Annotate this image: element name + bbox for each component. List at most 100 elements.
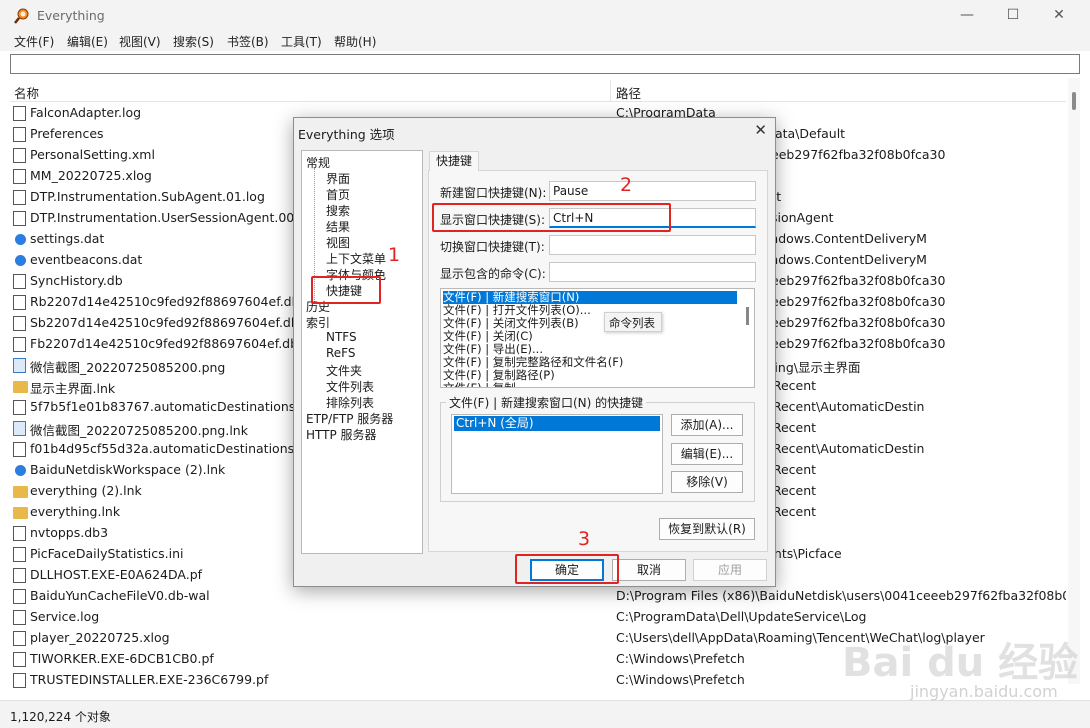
- file-icon: [13, 610, 26, 625]
- file-icon: [13, 526, 26, 541]
- row-name: BaiduNetdiskWorkspace (2).lnk: [30, 462, 226, 477]
- tree-item[interactable]: 文件夹: [326, 362, 362, 379]
- search-input[interactable]: [10, 54, 1080, 74]
- tree-item[interactable]: 常规: [306, 154, 330, 171]
- file-icon: [13, 127, 26, 142]
- column-path-header[interactable]: 路径: [616, 83, 641, 102]
- column-separator[interactable]: [610, 80, 611, 102]
- shortcut-list[interactable]: Ctrl+N (全局): [451, 414, 663, 494]
- row-name: eventbeacons.dat: [30, 252, 143, 267]
- tree-item[interactable]: 索引: [306, 314, 330, 331]
- row-name: DTP.Instrumentation.UserSessionAgent.00.…: [30, 210, 318, 225]
- tree-item[interactable]: 搜索: [326, 202, 350, 219]
- tree-item[interactable]: NTFS: [326, 330, 357, 344]
- menu-help[interactable]: 帮助(H): [334, 33, 376, 50]
- row-name: everything.lnk: [30, 504, 121, 519]
- baidu-watermark: Bai du 经验: [842, 640, 1079, 686]
- file-icon: [13, 106, 26, 121]
- window-title: Everything: [37, 8, 105, 23]
- file-icon: [13, 589, 26, 604]
- file-icon: [13, 400, 26, 415]
- row-name: Sb2207d14e42510c9fed92f88697604ef.db: [30, 315, 299, 330]
- command-list[interactable]: 文件(F) | 新建搜索窗口(N) 文件(F) | 打开文件列表(O)... 文件(…: [440, 288, 755, 388]
- menu-edit[interactable]: 编辑(E): [67, 33, 108, 50]
- row-name: Rb2207d14e42510c9fed92f88697604ef.db: [30, 294, 300, 309]
- toggle-window-hotkey-label: 切换窗口快捷键(T):: [440, 240, 545, 254]
- folder-shortcut-icon: [13, 507, 28, 519]
- restore-defaults-button[interactable]: 恢复到默认(R): [659, 518, 755, 540]
- close-button[interactable]: ✕: [1036, 0, 1082, 31]
- row-name: f01b4d95cf55d32a.automaticDestinations-m…: [30, 441, 318, 456]
- tree-item[interactable]: 排除列表: [326, 394, 374, 411]
- table-row[interactable]: BaiduYunCacheFileV0.db-wal D:\Program Fil…: [10, 586, 1066, 607]
- annotation-box-show-window: [432, 203, 671, 232]
- row-name: DLLHOST.EXE-E0A624DA.pf: [30, 567, 203, 582]
- apply-button[interactable]: 应用: [693, 559, 767, 581]
- annotation-number-2: 2: [620, 174, 633, 196]
- row-name: 微信截图_20220725085200.png.lnk: [30, 423, 248, 438]
- row-name: player_20220725.xlog: [30, 630, 170, 645]
- row-name: 显示主界面.lnk: [30, 381, 116, 396]
- row-name: TIWORKER.EXE-6DCB1CB0.pf: [30, 651, 214, 666]
- remove-button[interactable]: 移除(V): [671, 471, 743, 493]
- annotation-number-3: 3: [578, 528, 591, 550]
- tree-item[interactable]: HTTP 服务器: [306, 426, 377, 443]
- command-list-item[interactable]: 文件(F) | 复制...: [443, 382, 527, 388]
- file-icon: [13, 211, 26, 226]
- menu-bar: 文件(F) 编辑(E) 视图(V) 搜索(S) 书签(B) 工具(T) 帮助(H…: [0, 31, 1090, 51]
- vertical-scrollbar[interactable]: [1068, 78, 1080, 684]
- menu-tools[interactable]: 工具(T): [281, 33, 322, 50]
- dat-icon: [15, 465, 26, 476]
- scroll-thumb[interactable]: [1072, 92, 1076, 110]
- row-name: everything (2).lnk: [30, 483, 142, 498]
- maximize-button[interactable]: ☐: [990, 0, 1036, 31]
- menu-view[interactable]: 视图(V): [119, 33, 161, 50]
- column-name-header[interactable]: 名称: [14, 83, 39, 102]
- options-tree: 常规 界面 首页 搜索 结果 视图 上下文菜单 字体与颜色 快捷键 历史 索引 NTFS ReFS 文件夹…: [301, 150, 423, 554]
- row-name: 5f7b5f1e01b83767.automaticDestinations-m…: [30, 399, 319, 414]
- tree-item[interactable]: 界面: [326, 170, 350, 187]
- shortcut-list-item[interactable]: Ctrl+N (全局): [454, 416, 660, 431]
- cancel-button[interactable]: 取消: [612, 559, 686, 581]
- row-name: PersonalSetting.xml: [30, 147, 155, 162]
- dat-icon: [15, 234, 26, 245]
- menu-search[interactable]: 搜索(S): [173, 33, 214, 50]
- toggle-window-hotkey-field[interactable]: [549, 235, 756, 255]
- file-icon: [13, 547, 26, 562]
- row-name: nvtopps.db3: [30, 525, 109, 540]
- table-row[interactable]: Service.log C:\ProgramData\Dell\UpdateSer…: [10, 607, 1066, 628]
- row-name: FalconAdapter.log: [30, 105, 142, 120]
- new-window-hotkey-label: 新建窗口快捷键(N):: [440, 186, 547, 200]
- tree-item[interactable]: 结果: [326, 218, 350, 235]
- menu-bookmarks[interactable]: 书签(B): [227, 33, 269, 50]
- command-list-tooltip: 命令列表: [604, 312, 662, 332]
- file-icon: [13, 316, 26, 331]
- title-bar: Everything — ☐ ✕: [0, 0, 1090, 31]
- tab-hotkeys[interactable]: 快捷键: [429, 151, 479, 171]
- command-list-scroll-thumb[interactable]: [746, 307, 749, 325]
- tree-item[interactable]: 首页: [326, 186, 350, 203]
- row-name: Fb2207d14e42510c9fed92f88697604ef.db: [30, 336, 299, 351]
- show-commands-field[interactable]: [549, 262, 756, 282]
- tree-item[interactable]: ETP/FTP 服务器: [306, 410, 393, 427]
- minimize-button[interactable]: —: [944, 0, 990, 31]
- tree-item[interactable]: ReFS: [326, 346, 356, 360]
- file-icon: [13, 442, 26, 457]
- everything-app-icon: [14, 8, 29, 24]
- tree-item[interactable]: 上下文菜单: [326, 250, 386, 267]
- file-icon: [13, 148, 26, 163]
- add-button[interactable]: 添加(A)...: [671, 414, 743, 436]
- command-list-scrollbar[interactable]: [743, 291, 753, 386]
- tree-item[interactable]: 文件列表: [326, 378, 374, 395]
- dialog-close-icon[interactable]: ✕: [754, 121, 767, 139]
- tree-item[interactable]: 视图: [326, 234, 350, 251]
- row-name: settings.dat: [30, 231, 105, 246]
- menu-file[interactable]: 文件(F): [14, 33, 54, 50]
- row-name: MM_20220725.xlog: [30, 168, 152, 183]
- row-name: Preferences: [30, 126, 104, 141]
- row-name: SyncHistory.db: [30, 273, 123, 288]
- edit-button[interactable]: 编辑(E)...: [671, 443, 743, 465]
- new-window-hotkey-field[interactable]: Pause: [549, 181, 756, 201]
- row-path: C:\ProgramData\Dell\UpdateService\Log: [616, 609, 867, 624]
- show-commands-label: 显示包含的命令(C):: [440, 267, 546, 281]
